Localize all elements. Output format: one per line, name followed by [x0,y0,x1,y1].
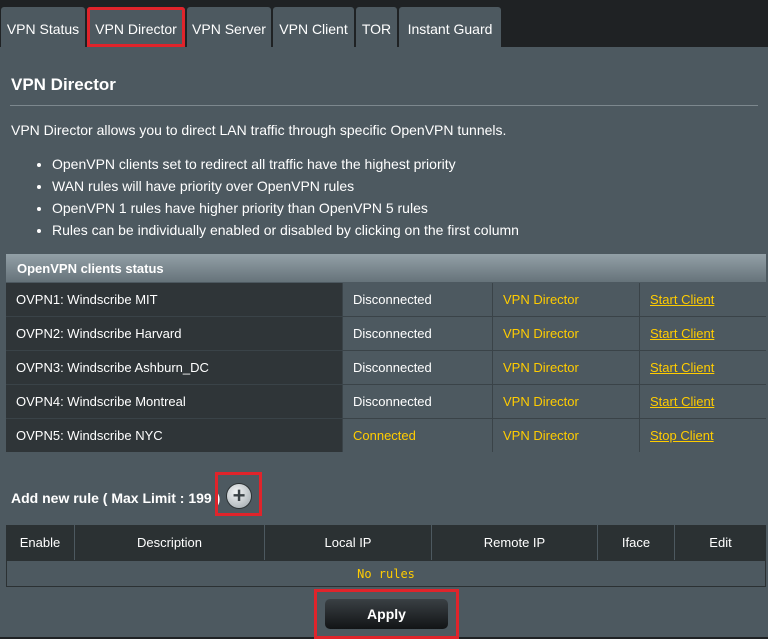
client-action-cell: Start Client [639,351,766,384]
rules-table-header: Enable Description Local IP Remote IP If… [6,525,766,560]
info-item: WAN rules will have priority over OpenVP… [52,175,519,197]
column-enable: Enable [6,525,75,560]
page-title: VPN Director [11,75,116,94]
client-row-ovpn2: OVPN2: Windscribe Harvard Disconnected V… [6,317,766,350]
client-row-ovpn5: OVPN5: Windscribe NYC Connected VPN Dire… [6,419,766,452]
client-name: OVPN4: Windscribe Montreal [6,385,342,418]
client-action-cell: Start Client [639,283,766,316]
client-action-cell: Start Client [639,317,766,350]
tab-tor[interactable]: TOR [356,7,397,47]
stop-client-link[interactable]: Stop Client [650,428,714,443]
vpn-director-panel: VPN Director VPN Director allows you to … [0,47,768,639]
tab-vpn-status[interactable]: VPN Status [1,7,85,47]
start-client-link[interactable]: Start Client [650,326,714,341]
start-client-link[interactable]: Start Client [650,360,714,375]
client-row-ovpn4: OVPN4: Windscribe Montreal Disconnected … [6,385,766,418]
clients-status-header: OpenVPN clients status [6,254,766,282]
info-item: OpenVPN 1 rules have higher priority tha… [52,197,519,219]
info-list: OpenVPN clients set to redirect all traf… [34,153,519,241]
client-mode: VPN Director [492,351,639,384]
start-client-link[interactable]: Start Client [650,394,714,409]
apply-button[interactable]: Apply [325,599,448,629]
client-mode: VPN Director [492,419,639,452]
start-client-link[interactable]: Start Client [650,292,714,307]
client-row-ovpn3: OVPN3: Windscribe Ashburn_DC Disconnecte… [6,351,766,384]
client-action-cell: Stop Client [639,419,766,452]
title-divider [10,105,758,106]
column-local-ip: Local IP [265,525,432,560]
column-description: Description [75,525,265,560]
column-edit: Edit [709,535,732,550]
client-state: Connected [342,419,492,452]
highlight-box [215,472,262,516]
client-name: OVPN3: Windscribe Ashburn_DC [6,351,342,384]
client-name: OVPN1: Windscribe MIT [6,283,342,316]
column-iface: Iface [598,525,675,560]
client-state: Disconnected [342,317,492,350]
no-rules-message: No rules [6,560,766,587]
tab-vpn-director[interactable]: VPN Director [87,7,185,47]
tab-vpn-server[interactable]: VPN Server [187,7,271,47]
tab-vpn-client[interactable]: VPN Client [273,7,354,47]
client-state: Disconnected [342,283,492,316]
client-mode: VPN Director [492,317,639,350]
client-name: OVPN5: Windscribe NYC [6,419,342,452]
client-action-cell: Start Client [639,385,766,418]
column-remote-ip: Remote IP [432,525,598,560]
info-item: OpenVPN clients set to redirect all traf… [52,153,519,175]
add-rule-label: Add new rule ( Max Limit : 199 ) [11,490,221,506]
intro-text: VPN Director allows you to direct LAN tr… [11,122,507,138]
info-item: Rules can be individually enabled or dis… [52,219,519,241]
tab-instant-guard[interactable]: Instant Guard [399,7,501,47]
client-mode: VPN Director [492,283,639,316]
client-mode: VPN Director [492,385,639,418]
client-row-ovpn1: OVPN1: Windscribe MIT Disconnected VPN D… [6,283,766,316]
client-name: OVPN2: Windscribe Harvard [6,317,342,350]
tab-bar: VPN Status VPN Director VPN Server VPN C… [0,0,768,47]
client-state: Disconnected [342,351,492,384]
client-state: Disconnected [342,385,492,418]
